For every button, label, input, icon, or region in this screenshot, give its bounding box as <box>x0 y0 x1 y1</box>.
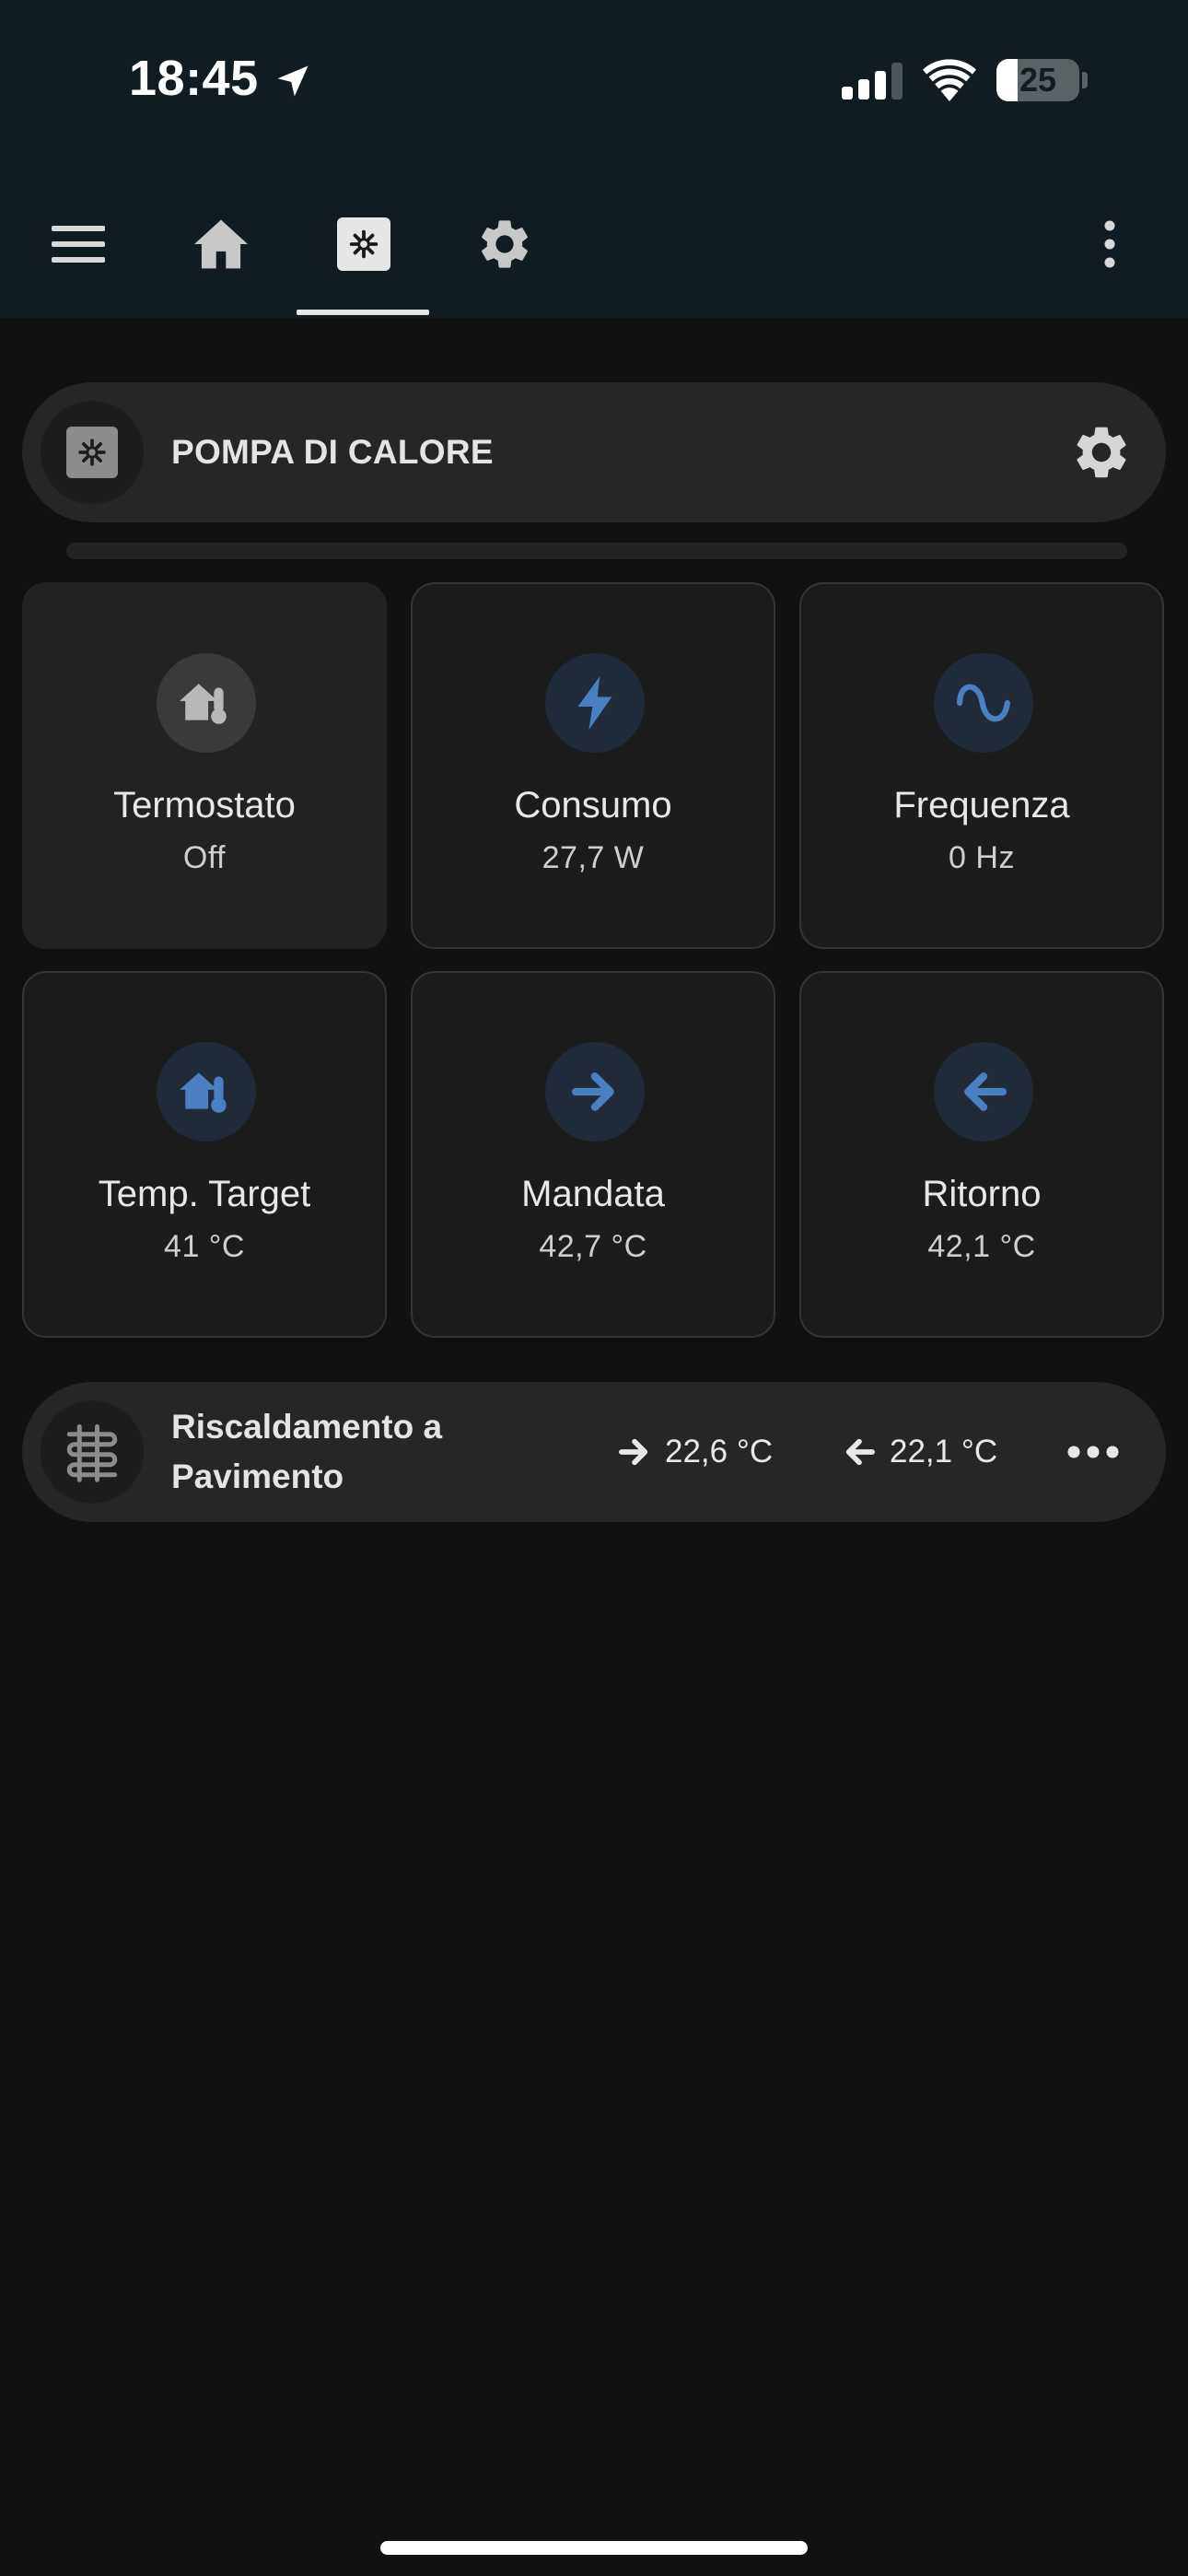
heat-pump-icon <box>66 427 118 478</box>
tile-icon-badge <box>545 653 645 753</box>
menu-button[interactable] <box>37 203 120 286</box>
arrow-right-icon <box>619 1438 648 1466</box>
status-time: 18:45 <box>129 51 259 106</box>
menu-icon <box>52 226 105 263</box>
tab-settings[interactable] <box>463 203 546 286</box>
tile-icon-badge <box>545 1042 645 1142</box>
wifi-icon <box>923 59 976 101</box>
floor-heating-icon-badge <box>41 1400 144 1504</box>
sine-wave-icon <box>957 684 1010 722</box>
tile-title: Temp. Target <box>98 1174 311 1214</box>
more-vert-icon <box>1104 220 1115 268</box>
floor-heating-more-button[interactable] <box>1063 1435 1124 1469</box>
battery-percentage: 25 <box>1019 61 1057 99</box>
tile-supply-temperature[interactable]: Mandata 42,7 °C <box>411 971 775 1338</box>
lightning-icon <box>577 676 612 730</box>
home-thermometer-icon <box>180 684 227 724</box>
tile-icon-badge <box>934 1042 1033 1142</box>
more-horiz-icon <box>1067 1446 1119 1458</box>
tile-value: 42,7 °C <box>539 1229 647 1264</box>
tile-title: Ritorno <box>922 1174 1042 1214</box>
status-bar: 18:45 25 <box>0 0 1188 175</box>
header-settings-button[interactable] <box>1070 421 1133 484</box>
tile-icon-badge <box>157 1042 256 1142</box>
top-toolbar <box>0 175 1188 318</box>
tile-power-consumption[interactable]: Consumo 27,7 W <box>411 582 775 949</box>
section-divider <box>66 543 1127 559</box>
header-icon-badge <box>41 401 144 504</box>
arrow-right-icon <box>572 1072 614 1111</box>
floor-heating-title: Riscaldamento a Pavimento <box>171 1402 503 1502</box>
tile-value: 0 Hz <box>949 840 1015 875</box>
tile-frequency[interactable]: Frequenza 0 Hz <box>799 582 1164 949</box>
floor-heating-card[interactable]: Riscaldamento a Pavimento 22,6 °C 22,1 °… <box>22 1382 1166 1522</box>
tile-icon-badge <box>934 653 1033 753</box>
active-tab-indicator <box>297 310 429 315</box>
cellular-signal-icon <box>842 63 903 100</box>
battery-cap <box>1082 72 1088 88</box>
home-icon <box>194 219 248 269</box>
arrow-left-icon <box>964 1072 1007 1111</box>
battery-indicator: 25 <box>996 59 1079 101</box>
tile-title: Frequenza <box>893 785 1070 825</box>
location-arrow-icon <box>277 65 309 97</box>
tile-icon-badge <box>157 653 256 753</box>
arrow-left-icon <box>845 1438 875 1466</box>
tile-title: Consumo <box>514 785 672 825</box>
tile-title: Termostato <box>113 785 296 825</box>
tab-home[interactable] <box>180 203 262 286</box>
floor-return-temperature: 22,1 °C <box>844 1428 997 1476</box>
overflow-menu-button[interactable] <box>1068 203 1151 286</box>
tab-heat-pump[interactable] <box>322 203 405 286</box>
tile-value: 27,7 W <box>542 840 645 875</box>
home-thermometer-icon <box>180 1072 227 1113</box>
heat-pump-icon <box>337 217 390 271</box>
gear-icon <box>482 220 528 268</box>
floor-heating-title-line2: Pavimento <box>171 1458 344 1495</box>
tile-title: Mandata <box>521 1174 665 1214</box>
heat-pump-header-card[interactable]: POMPA DI CALORE <box>22 382 1166 522</box>
tile-target-temperature[interactable]: Temp. Target 41 °C <box>22 971 387 1338</box>
app-screen: 18:45 25 POMPA DI CALORE Termostato Off … <box>0 0 1188 2576</box>
floor-return-value: 22,1 °C <box>890 1434 998 1469</box>
home-indicator[interactable] <box>380 2541 808 2555</box>
tile-value: 42,1 °C <box>927 1229 1036 1264</box>
tile-value: 41 °C <box>164 1229 245 1264</box>
section-title: POMPA DI CALORE <box>171 433 494 471</box>
floor-heating-title-line1: Riscaldamento a <box>171 1408 443 1446</box>
gear-icon <box>1077 427 1126 478</box>
tile-value: Off <box>182 840 227 875</box>
floor-supply-value: 22,6 °C <box>665 1434 774 1469</box>
floor-supply-temperature: 22,6 °C <box>619 1428 773 1476</box>
floor-heating-icon <box>66 1424 118 1482</box>
tile-return-temperature[interactable]: Ritorno 42,1 °C <box>799 971 1164 1338</box>
tile-thermostat[interactable]: Termostato Off <box>22 582 387 949</box>
